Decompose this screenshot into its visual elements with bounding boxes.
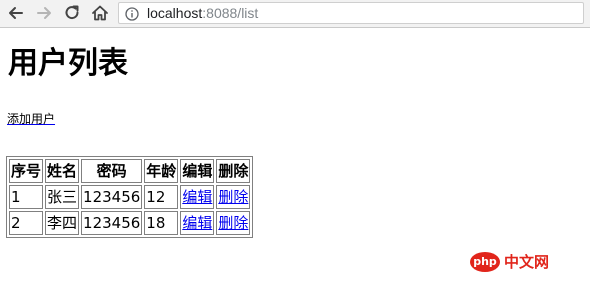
- address-bar[interactable]: localhost:8088/list: [118, 2, 584, 24]
- watermark-text: 中文网: [504, 253, 550, 271]
- cell-id: 2: [9, 211, 44, 235]
- page-title: 用户列表: [8, 46, 128, 81]
- url-text: localhost:8088/list: [147, 5, 258, 21]
- cell-edit: 编辑: [180, 211, 215, 235]
- column-header-name: 姓名: [45, 159, 80, 183]
- forward-arrow-icon[interactable]: [34, 3, 54, 23]
- edit-link[interactable]: 编辑: [182, 188, 212, 206]
- cell-edit: 编辑: [180, 185, 215, 209]
- column-header-edit: 编辑: [180, 159, 215, 183]
- watermark-badge: php: [470, 252, 500, 272]
- delete-link[interactable]: 删除: [218, 188, 248, 206]
- cell-delete: 删除: [216, 211, 251, 235]
- cell-age: 18: [144, 211, 179, 235]
- column-header-delete: 删除: [216, 159, 251, 183]
- url-path: :8088/list: [202, 5, 259, 21]
- back-arrow-icon[interactable]: [6, 3, 26, 23]
- delete-link[interactable]: 删除: [218, 214, 248, 232]
- watermark-logo: php 中文网: [470, 250, 582, 274]
- browser-toolbar: localhost:8088/list: [0, 0, 590, 28]
- home-icon[interactable]: [90, 3, 110, 23]
- cell-age: 12: [144, 185, 179, 209]
- info-icon[interactable]: [125, 6, 139, 21]
- column-header-id: 序号: [9, 159, 44, 183]
- column-header-password: 密码: [81, 159, 143, 183]
- add-user-link[interactable]: 添加用户: [7, 111, 55, 127]
- table-header-row: 序号 姓名 密码 年龄 编辑 删除: [9, 159, 251, 183]
- cell-password: 123456: [81, 211, 143, 235]
- edit-link[interactable]: 编辑: [182, 214, 212, 232]
- url-host: localhost: [147, 5, 203, 21]
- add-user-link-label: 添加用户: [7, 112, 56, 126]
- user-table: 序号 姓名 密码 年龄 编辑 删除 1 张三 123456 12 编辑 删除 2…: [6, 156, 254, 238]
- cell-delete: 删除: [216, 185, 251, 209]
- reload-icon[interactable]: [62, 3, 82, 23]
- cell-password: 123456: [81, 185, 143, 209]
- table-row: 2 李四 123456 18 编辑 删除: [9, 211, 251, 235]
- column-header-age: 年龄: [144, 159, 179, 183]
- cell-id: 1: [9, 185, 44, 209]
- table-row: 1 张三 123456 12 编辑 删除: [9, 185, 251, 209]
- cell-name: 张三: [45, 185, 80, 209]
- cell-name: 李四: [45, 211, 80, 235]
